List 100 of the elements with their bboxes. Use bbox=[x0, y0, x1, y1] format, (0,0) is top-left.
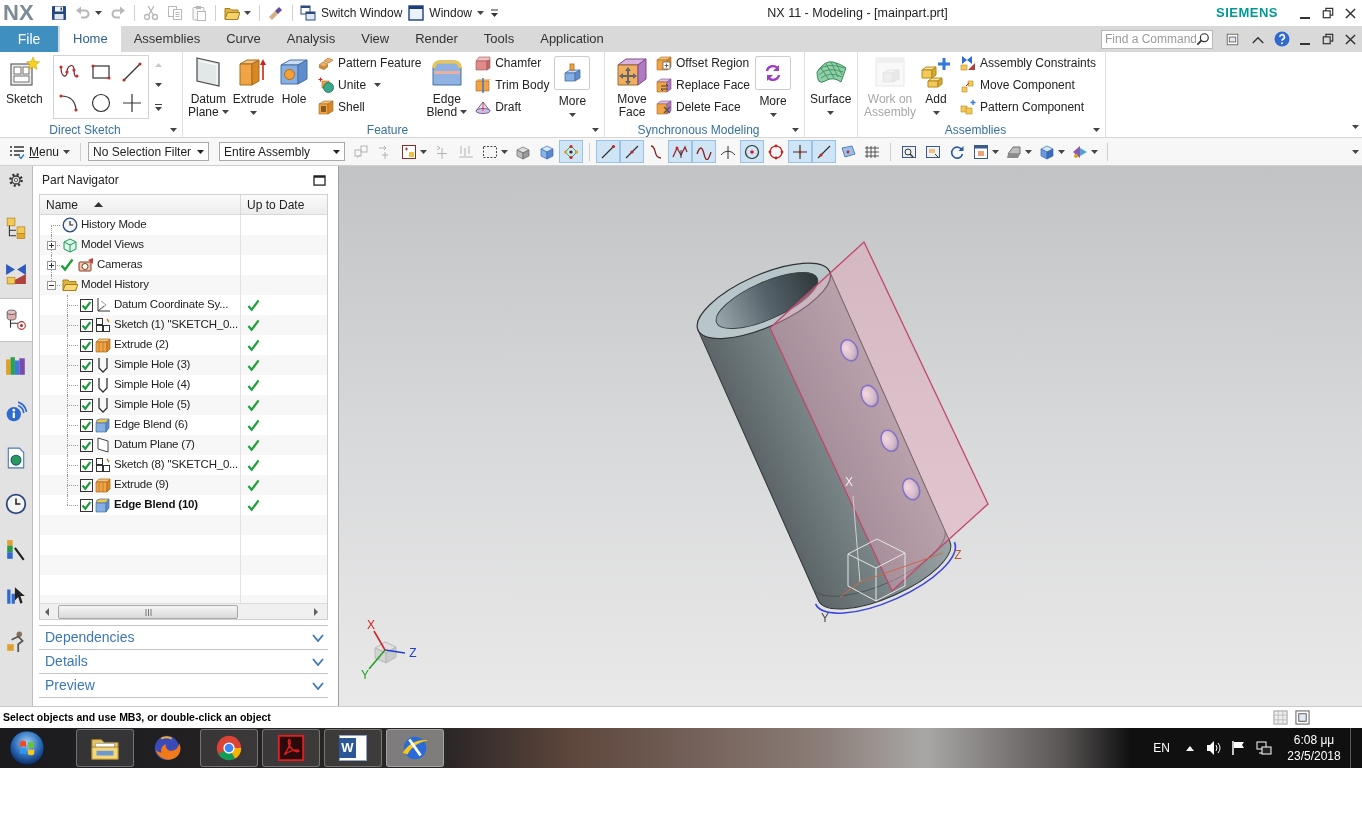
scroll-left-icon[interactable] bbox=[44, 608, 50, 616]
ribbon-tab[interactable]: Curve bbox=[213, 26, 274, 52]
toolbar-button[interactable] bbox=[596, 140, 621, 163]
scroll-right-icon[interactable] bbox=[313, 608, 319, 616]
edge-blend-button[interactable]: Edge Blend bbox=[425, 52, 469, 122]
speaker-icon[interactable] bbox=[1206, 740, 1222, 756]
chamfer-button[interactable]: Chamfer bbox=[473, 52, 552, 74]
pattern-component-button[interactable]: Pattern Component bbox=[958, 96, 1099, 118]
taskbar-app-button[interactable] bbox=[200, 729, 258, 767]
window-frame-icon[interactable] bbox=[1295, 710, 1310, 725]
datum-plane-button[interactable]: Datum Plane bbox=[187, 52, 230, 122]
graphics-viewport[interactable]: X Z Y X Z Y bbox=[339, 166, 1362, 706]
assembly-constraints-button[interactable]: Assembly Constraints bbox=[958, 52, 1099, 74]
replace-face-button[interactable]: Replace Face bbox=[654, 74, 753, 96]
command-search-field[interactable]: Find a Command bbox=[1101, 29, 1213, 49]
caret-icon[interactable] bbox=[792, 128, 799, 132]
offset-region-button[interactable]: Offset Region bbox=[654, 52, 753, 74]
toolbar-button[interactable] bbox=[692, 140, 717, 163]
ribbon-tab[interactable]: Render bbox=[402, 26, 471, 52]
toolbar-button[interactable] bbox=[668, 140, 693, 163]
ribbon-tab[interactable]: Analysis bbox=[273, 26, 349, 52]
tree-item[interactable]: Extrude (9) bbox=[114, 476, 169, 494]
ribbon-tab[interactable]: Assemblies bbox=[120, 26, 214, 52]
expand-toggle-icon[interactable] bbox=[47, 260, 56, 270]
toolbar-button[interactable] bbox=[559, 140, 584, 163]
collapse-toggle-icon[interactable] bbox=[47, 280, 56, 290]
tree-item[interactable]: Edge Blend (10) bbox=[114, 496, 198, 514]
language-indicator[interactable]: EN bbox=[1153, 739, 1170, 757]
expand-toggle-icon[interactable] bbox=[47, 240, 56, 250]
triangle-up-icon[interactable] bbox=[1186, 745, 1194, 751]
column-header[interactable]: Up to Date bbox=[241, 195, 327, 214]
customize-caret-icon[interactable] bbox=[490, 8, 500, 18]
pattern-button[interactable]: Pattern Feature bbox=[316, 52, 424, 74]
trim-body-button[interactable]: Trim Body bbox=[473, 74, 552, 96]
more-button[interactable]: More bbox=[553, 52, 592, 122]
unite-button[interactable]: Unite bbox=[316, 74, 424, 96]
checkbox[interactable] bbox=[80, 458, 93, 472]
caret-icon[interactable] bbox=[1352, 149, 1359, 154]
tree-item[interactable]: Cameras bbox=[97, 256, 143, 274]
toolbar-button[interactable] bbox=[620, 140, 645, 163]
clock-date[interactable]: 23/5/2018 bbox=[1287, 748, 1341, 764]
taskbar-app-button[interactable] bbox=[76, 729, 134, 767]
checkbox[interactable] bbox=[80, 418, 93, 432]
flag-icon[interactable] bbox=[1231, 740, 1247, 756]
tree-item[interactable]: Sketch (8) "SKETCH_0... bbox=[114, 456, 239, 474]
caret-icon[interactable] bbox=[1352, 125, 1359, 129]
shell-button[interactable]: Shell bbox=[316, 96, 424, 118]
clock-time[interactable]: 6:08 μμ bbox=[1293, 732, 1335, 748]
ribbon-tab[interactable]: Application bbox=[527, 26, 617, 52]
ribbon-tab[interactable]: Home bbox=[60, 26, 121, 52]
scrollbar-thumb[interactable] bbox=[58, 605, 238, 619]
sketch-button[interactable]: Sketch bbox=[5, 52, 44, 122]
section-header[interactable]: Dependencies bbox=[39, 626, 328, 650]
move-face-button[interactable]: Move Face bbox=[615, 52, 649, 122]
checkbox[interactable] bbox=[80, 318, 93, 332]
extrude-button[interactable]: Extrude bbox=[231, 52, 276, 122]
ribbon-tab[interactable]: View bbox=[348, 26, 403, 52]
toolbar-button[interactable] bbox=[812, 140, 837, 163]
scroll-down-icon[interactable] bbox=[155, 83, 163, 88]
taskbar-app-button[interactable] bbox=[262, 729, 320, 767]
window-menu-button[interactable]: Window bbox=[405, 2, 488, 24]
gallery-expand-icon[interactable] bbox=[155, 103, 163, 111]
checkbox[interactable] bbox=[80, 438, 93, 452]
tree-item[interactable]: Datum Coordinate Sy... bbox=[114, 296, 229, 314]
tree-item[interactable]: Simple Hole (4) bbox=[114, 376, 191, 394]
move-component-button[interactable]: Move Component bbox=[958, 74, 1099, 96]
tree-item[interactable]: Model Views bbox=[81, 236, 144, 254]
delete-face-button[interactable]: Delete Face bbox=[654, 96, 753, 118]
section-header[interactable]: Details bbox=[39, 650, 328, 674]
tree-item[interactable]: History Mode bbox=[81, 216, 147, 234]
surface-button[interactable]: Surface bbox=[809, 52, 853, 122]
network-icon[interactable] bbox=[1256, 740, 1272, 756]
assembly-scope-dropdown[interactable]: Entire Assembly bbox=[219, 142, 346, 161]
ribbon-tab[interactable]: Tools bbox=[470, 26, 528, 52]
tree-item[interactable]: Edge Blend (6) bbox=[114, 416, 188, 434]
maximize-button[interactable] bbox=[311, 172, 327, 188]
tree-item[interactable]: Extrude (2) bbox=[114, 336, 169, 354]
selection-filter-dropdown[interactable]: No Selection Filter bbox=[88, 142, 210, 161]
start-button[interactable] bbox=[7, 728, 47, 768]
horizontal-scrollbar[interactable] bbox=[40, 603, 327, 619]
more-button[interactable]: More bbox=[754, 52, 793, 122]
hole-button[interactable]: Hole bbox=[277, 52, 312, 122]
checkbox[interactable] bbox=[80, 378, 93, 392]
checkbox[interactable] bbox=[80, 338, 93, 352]
taskbar-app-button[interactable] bbox=[386, 729, 444, 767]
draft-button[interactable]: Draft bbox=[473, 96, 552, 118]
caret-icon[interactable] bbox=[592, 128, 599, 132]
menu-button[interactable]: Menu bbox=[6, 140, 74, 163]
switch-window-button[interactable]: Switch Window bbox=[297, 2, 406, 24]
checkbox[interactable] bbox=[80, 298, 93, 312]
checkbox[interactable] bbox=[80, 398, 93, 412]
toolbar-button[interactable] bbox=[740, 140, 765, 163]
checkbox[interactable] bbox=[80, 478, 93, 492]
add-button[interactable]: Add bbox=[919, 52, 953, 122]
caret-icon[interactable] bbox=[1093, 128, 1100, 132]
checkbox[interactable] bbox=[80, 498, 93, 512]
column-header[interactable]: Name bbox=[40, 195, 241, 214]
file-tab[interactable]: File bbox=[0, 26, 58, 52]
caret-icon[interactable] bbox=[170, 128, 177, 132]
section-header[interactable]: Preview bbox=[39, 674, 328, 698]
